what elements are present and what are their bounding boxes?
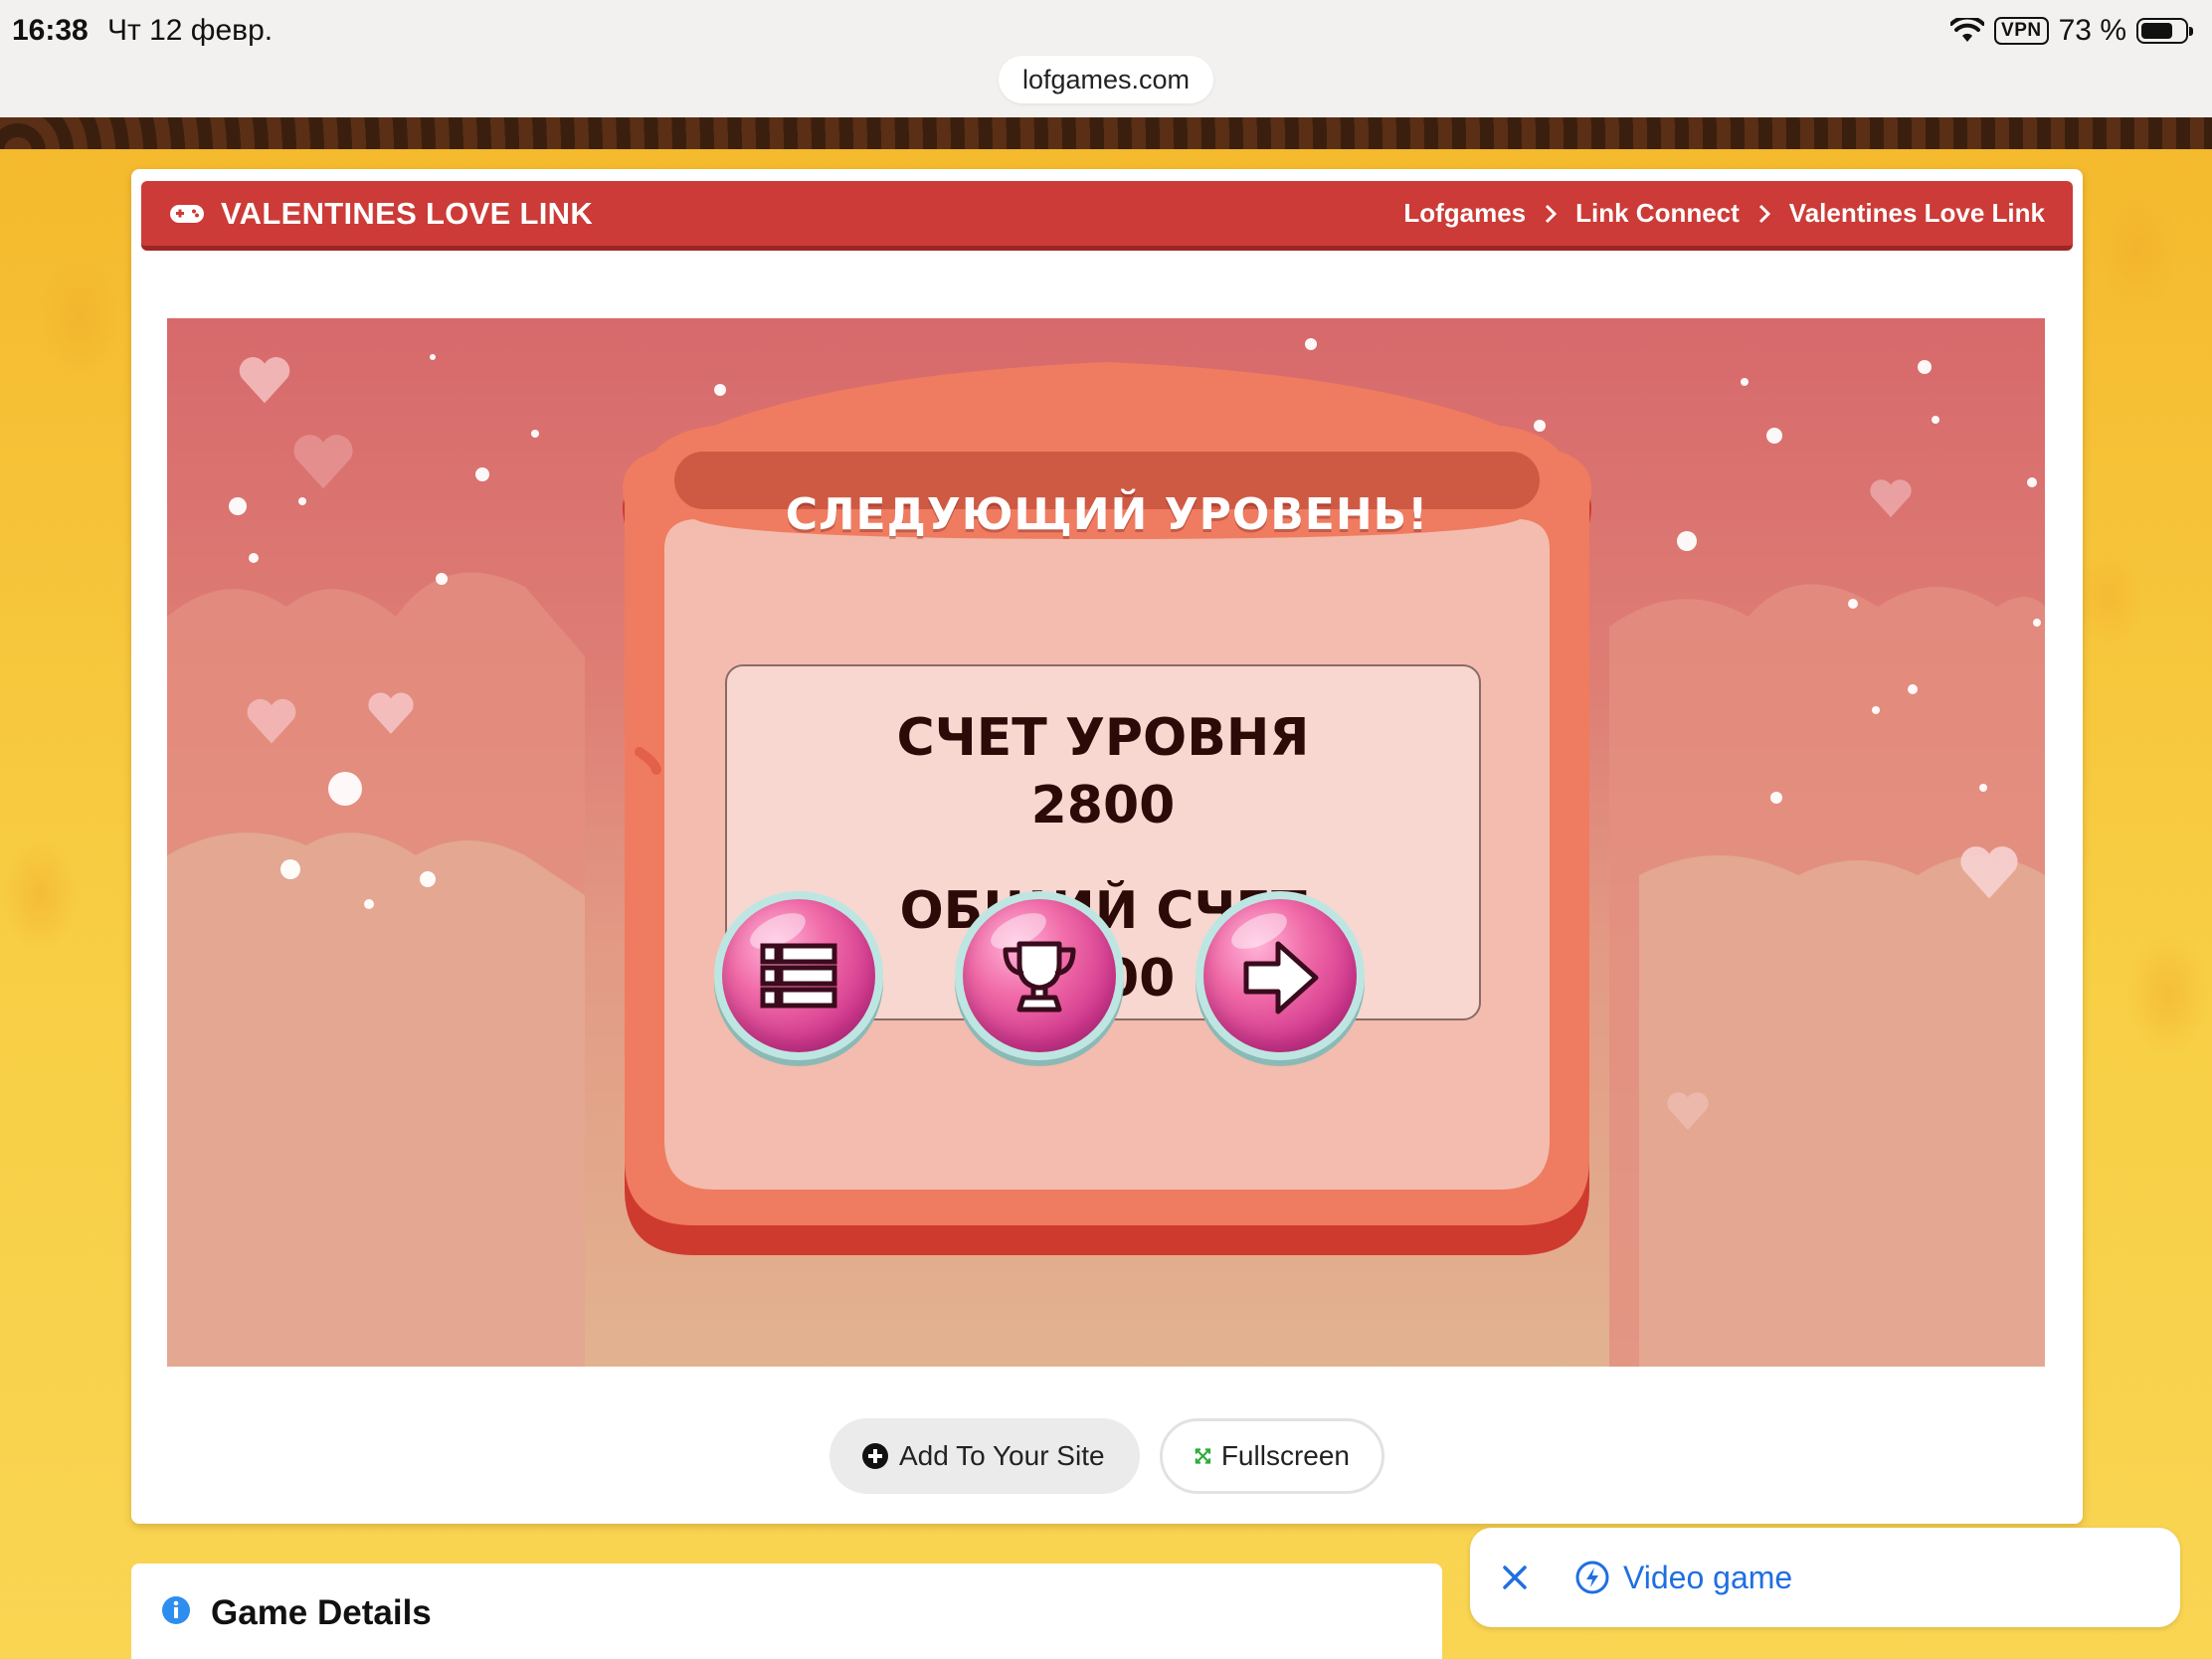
breadcrumb-current[interactable]: Valentines Love Link	[1789, 198, 2045, 229]
snow-dot	[1305, 338, 1317, 350]
add-to-site-button[interactable]: Add To Your Site	[830, 1418, 1140, 1494]
trophy-icon	[1003, 941, 1076, 1013]
snow-dot	[249, 553, 259, 563]
snow-dot	[364, 899, 374, 909]
add-to-site-label: Add To Your Site	[899, 1440, 1105, 1471]
heart-icon	[1667, 1092, 1709, 1131]
snow-dot	[475, 467, 489, 481]
battery-icon	[2136, 18, 2193, 44]
heart-icon	[1870, 479, 1912, 518]
game-details-card: Game Details	[131, 1564, 1442, 1659]
snow-dot	[1677, 531, 1697, 551]
ad-suggestion-chip[interactable]: Video game	[1470, 1528, 2180, 1627]
snow-dot	[1932, 416, 1939, 424]
fullscreen-label: Fullscreen	[1220, 1440, 1350, 1471]
arrow-right-icon	[1243, 941, 1319, 1014]
page-title: VALENTINES LOVE LINK	[221, 195, 594, 231]
next-level-button[interactable]	[1196, 891, 1365, 1060]
snow-dot	[2027, 477, 2037, 487]
level-score-value: 2800	[1030, 776, 1176, 835]
snow-dot	[436, 573, 448, 585]
heart-icon	[368, 692, 414, 734]
snow-dot	[280, 859, 300, 879]
gamepad-icon	[170, 204, 204, 223]
snow-dot	[1770, 792, 1782, 804]
chevron-right-icon	[1546, 204, 1558, 223]
snow-dot	[328, 772, 362, 806]
snow-dot	[1848, 599, 1858, 609]
fullscreen-button[interactable]: Fullscreen	[1160, 1418, 1384, 1494]
status-indicators: VPN 73 %	[1950, 14, 2193, 48]
status-bar: 16:38 Чт 12 февр. VPN 73 % lofgames.com	[0, 0, 2212, 117]
level-heading: СЛЕДУЮЩИЙ УРОВЕНЬ!	[785, 489, 1429, 540]
game-action-row: Add To Your Site Fullscreen	[131, 1418, 2083, 1494]
expand-icon	[1195, 1448, 1211, 1464]
url-text: lofgames.com	[1021, 64, 1191, 94]
snow-dot	[430, 354, 436, 360]
breadcrumb: Lofgames Link Connect Valentines Love Li…	[1403, 198, 2045, 229]
battery-percent: 73 %	[2058, 14, 2126, 47]
breadcrumb-lofgames[interactable]: Lofgames	[1403, 198, 1526, 229]
snow-dot	[531, 430, 539, 438]
heart-icon	[293, 435, 353, 489]
game-details-title: Game Details	[211, 1593, 432, 1632]
bolt-circle-icon	[1575, 1561, 1609, 1594]
breadcrumb-link-connect[interactable]: Link Connect	[1575, 198, 1740, 229]
info-icon	[162, 1596, 190, 1624]
chevron-right-icon	[1758, 204, 1770, 223]
heart-icon	[239, 357, 290, 404]
vpn-badge: VPN	[1994, 17, 2049, 45]
battery-fill	[2141, 23, 2172, 39]
heart-icon	[1960, 846, 2018, 899]
snow-dot	[229, 497, 247, 515]
plus-circle-icon	[862, 1443, 888, 1469]
level-score-label: СЧЕТ УРОВНЯ	[896, 708, 1310, 768]
snow-dot	[1908, 684, 1918, 694]
site-header-strip	[0, 117, 2212, 149]
status-date: Чт 12 февр.	[107, 14, 274, 47]
ad-label[interactable]: Video game	[1623, 1560, 1792, 1596]
game-canvas[interactable]: СЛЕДУЮЩИЙ УРОВЕНЬ! СЧЕТ УРОВНЯ 2800 ОБЩИ…	[167, 318, 2045, 1367]
snow-dot	[420, 871, 436, 887]
wifi-icon	[1950, 18, 1985, 42]
snow-dot	[1766, 428, 1782, 444]
snow-dot	[1979, 784, 1987, 792]
game-card: VALENTINES LOVE LINK Lofgames Link Conne…	[131, 169, 2083, 1524]
snow-dot	[298, 497, 306, 505]
snow-dot	[1872, 706, 1880, 714]
leaderboard-button[interactable]	[955, 891, 1124, 1060]
address-bar[interactable]: lofgames.com	[999, 56, 1213, 103]
game-title-bar: VALENTINES LOVE LINK Lofgames Link Conne…	[141, 181, 2073, 251]
menu-list-icon	[760, 943, 837, 1009]
close-icon[interactable]	[1500, 1563, 1530, 1592]
snow-dot	[1918, 360, 1932, 374]
snow-dot	[2033, 619, 2041, 627]
heart-icon	[247, 698, 296, 744]
snow-dot	[1741, 378, 1749, 386]
level-menu-button[interactable]	[714, 891, 883, 1060]
level-complete-panel: СЛЕДУЮЩИЙ УРОВЕНЬ! СЧЕТ УРОВНЯ 2800 ОБЩИ…	[595, 354, 1619, 1259]
status-time: 16:38	[12, 14, 89, 47]
